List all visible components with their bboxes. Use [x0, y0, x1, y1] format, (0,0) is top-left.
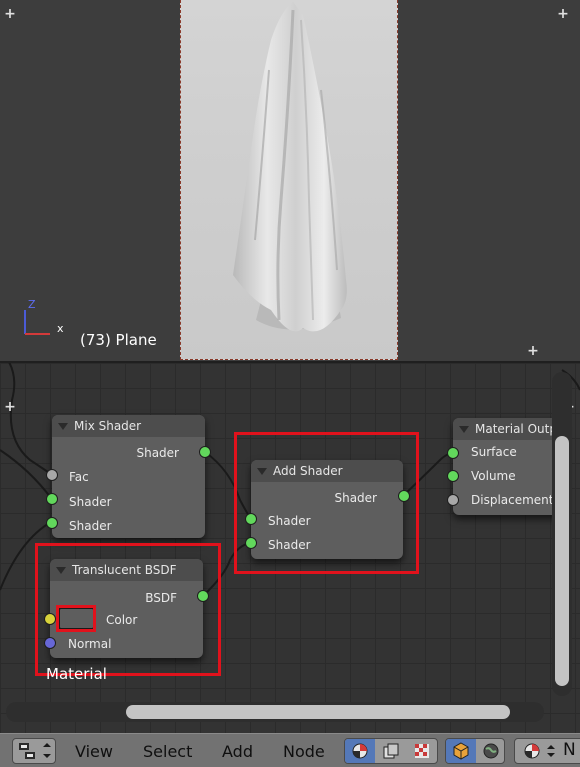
- svg-text:x: x: [57, 322, 64, 335]
- input-label: Shader: [69, 495, 112, 509]
- object-info-label: (73) Plane: [80, 331, 157, 349]
- menu-add[interactable]: Add: [222, 742, 253, 761]
- scrollbar-thumb[interactable]: [555, 436, 569, 686]
- region-expand-icon[interactable]: +: [557, 7, 569, 21]
- shader-source-toggle[interactable]: [445, 738, 505, 764]
- input-socket[interactable]: [46, 493, 58, 505]
- menu-node[interactable]: Node: [283, 742, 325, 761]
- output-label: Shader: [136, 446, 179, 460]
- menu-select[interactable]: Select: [143, 742, 192, 761]
- region-expand-icon[interactable]: +: [527, 344, 539, 358]
- region-expand-icon[interactable]: +: [4, 400, 16, 414]
- scrollbar-thumb[interactable]: [126, 705, 510, 719]
- input-socket[interactable]: [46, 517, 58, 529]
- texture-icon[interactable]: [376, 739, 406, 763]
- horizontal-scrollbar[interactable]: [6, 702, 544, 722]
- input-label: Shader: [69, 519, 112, 533]
- render-preview: [180, 0, 398, 360]
- 3d-viewport[interactable]: + + x Z (73) Plane +: [0, 0, 580, 362]
- input-socket[interactable]: [447, 470, 459, 482]
- highlight-box-add-shader: [234, 432, 419, 574]
- node-editor-header: View Select Add Node N: [0, 733, 580, 767]
- node-header[interactable]: Material Outp: [453, 418, 563, 440]
- node-title: Material Outp: [475, 422, 557, 436]
- node-title: Mix Shader: [74, 419, 142, 433]
- render-preview-icon: [517, 739, 547, 763]
- vertical-scrollbar[interactable]: [552, 372, 572, 696]
- towel-render-image: [233, 2, 347, 332]
- axis-gizmo: x Z: [18, 296, 68, 341]
- input-socket[interactable]: [447, 447, 459, 459]
- input-socket[interactable]: [447, 494, 459, 506]
- material-output-node[interactable]: Material Outp Surface Volume Displacemen…: [453, 418, 563, 515]
- mix-shader-node[interactable]: Mix Shader Shader Fac Shader Shader: [52, 415, 205, 538]
- chevron-updown-icon: [547, 745, 555, 757]
- menu-view[interactable]: View: [75, 742, 113, 761]
- node-editor[interactable]: + + Mix Shader Shader Fac Shader Shader …: [0, 363, 580, 733]
- shader-material-icon[interactable]: [345, 739, 375, 763]
- collapse-triangle-icon[interactable]: [459, 426, 469, 433]
- input-label: Displacement: [471, 493, 554, 507]
- shader-type-toggle[interactable]: [344, 738, 438, 764]
- input-label: Fac: [69, 470, 89, 484]
- material-slot-selector[interactable]: N: [514, 738, 580, 764]
- collapse-triangle-icon[interactable]: [58, 423, 68, 430]
- node-header[interactable]: Mix Shader: [52, 415, 205, 437]
- input-socket[interactable]: [46, 469, 58, 481]
- world-icon[interactable]: [476, 739, 506, 763]
- region-expand-icon[interactable]: +: [4, 7, 16, 21]
- axis-z-label: Z: [28, 298, 36, 311]
- editor-type-button[interactable]: [12, 738, 56, 764]
- object-icon[interactable]: [446, 739, 476, 763]
- output-socket[interactable]: [199, 446, 211, 458]
- input-label: Surface: [471, 445, 517, 459]
- material-name-field[interactable]: N: [563, 740, 576, 760]
- material-label: Material: [46, 665, 107, 683]
- highlight-box-color: [56, 605, 96, 632]
- editor-type-icon: [19, 743, 51, 759]
- compositing-icon[interactable]: [407, 739, 437, 763]
- input-label: Volume: [471, 469, 516, 483]
